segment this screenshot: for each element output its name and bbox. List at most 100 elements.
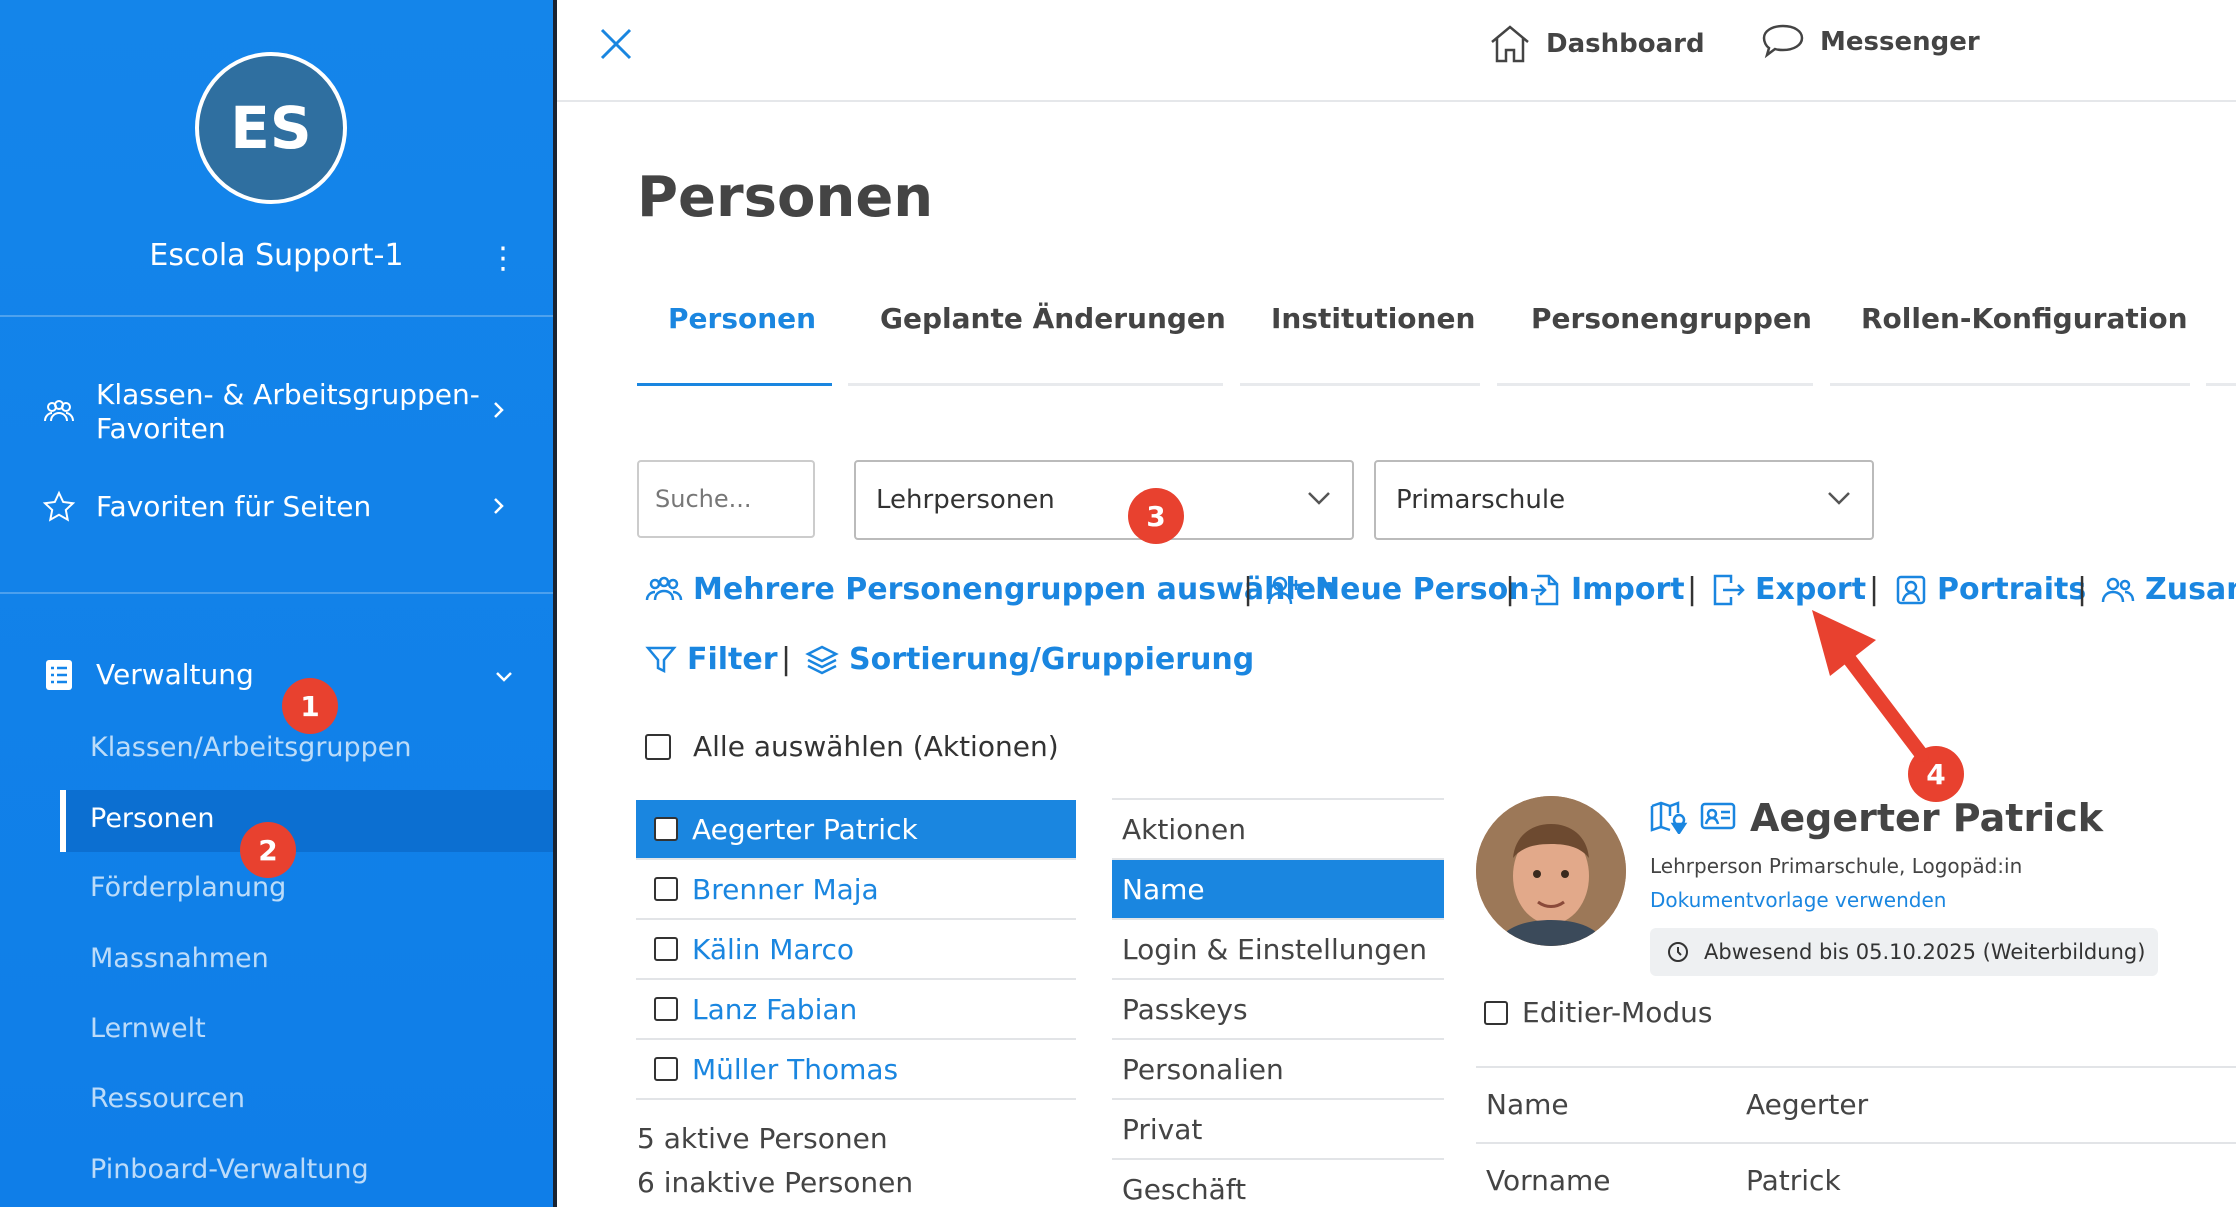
avatar[interactable]: ES xyxy=(195,52,347,204)
person-name: Kälin Marco xyxy=(692,932,854,966)
absence-text: Abwesend bis 05.10.2025 (Weiterbildung) xyxy=(1704,940,2146,964)
step-badge-4: 4 xyxy=(1908,746,1964,802)
active-item-indicator xyxy=(60,790,66,852)
row-checkbox[interactable] xyxy=(654,997,678,1021)
edit-mode-label: Editier-Modus xyxy=(1522,996,1713,1029)
detail-menu: Aktionen Name Login & Einstellungen Pass… xyxy=(1112,798,1444,1218)
new-person-link[interactable]: Neue Person xyxy=(1267,572,1530,607)
step-badge-2: 2 xyxy=(240,822,296,878)
export-file-icon xyxy=(1713,574,1745,605)
tab-personengruppen[interactable]: Personengruppen xyxy=(1531,302,1812,335)
messenger-link[interactable]: Messenger xyxy=(1760,22,1980,62)
select-all-checkbox-row[interactable]: Alle auswählen (Aktionen) xyxy=(645,730,1059,763)
sort-group-label: Sortierung/Gruppierung xyxy=(849,642,1255,677)
row-checkbox[interactable] xyxy=(654,817,678,841)
import-file-icon xyxy=(1531,574,1559,605)
export-link[interactable]: Export xyxy=(1711,572,1866,607)
tab-institutionen[interactable]: Institutionen xyxy=(1271,302,1475,335)
map-pin-icon[interactable] xyxy=(1650,800,1688,834)
top-bar xyxy=(557,0,2236,102)
sidebar-subitem-foerderplanung[interactable]: Förderplanung xyxy=(90,872,286,903)
chevron-down-icon xyxy=(496,672,512,682)
filter-icon xyxy=(645,646,677,673)
sidebar-subitem-massnahmen[interactable]: Massnahmen xyxy=(90,943,269,974)
portraits-label: Portraits xyxy=(1937,572,2087,607)
list-icon xyxy=(46,660,72,690)
step-badge-1: 1 xyxy=(282,678,338,734)
sort-group-link[interactable]: Sortierung/Gruppierung xyxy=(805,642,1254,677)
tab-underline xyxy=(848,383,1223,386)
group-select-value: Lehrpersonen xyxy=(876,485,1055,515)
filter-link[interactable]: Filter xyxy=(645,642,778,677)
menu-item-login[interactable]: Login & Einstellungen xyxy=(1112,918,1444,978)
sidebar-item-page-favorites[interactable]: Favoriten für Seiten xyxy=(42,490,371,524)
group-select[interactable]: Lehrpersonen xyxy=(854,460,1354,540)
people-icon xyxy=(44,400,74,422)
people-icon xyxy=(645,576,683,600)
chat-bubble-icon xyxy=(1762,24,1804,59)
separator: | xyxy=(1505,572,1516,607)
filter-label: Filter xyxy=(687,642,778,677)
menu-item-geschaeft[interactable]: Geschäft xyxy=(1112,1158,1444,1218)
select-all-checkbox[interactable] xyxy=(645,733,671,760)
sidebar-divider xyxy=(0,315,553,317)
export-label: Export xyxy=(1755,572,1867,607)
person-row-lanz[interactable]: Lanz Fabian xyxy=(636,980,1076,1040)
school-select-value: Primarschule xyxy=(1396,485,1566,515)
person-row-brenner[interactable]: Brenner Maja xyxy=(636,860,1076,920)
sidebar: ES Escola Support-1 ⋮ Klassen- & Arbeits… xyxy=(0,0,553,1207)
row-checkbox[interactable] xyxy=(654,877,678,901)
row-checkbox[interactable] xyxy=(654,937,678,961)
sidebar-subitem-persons[interactable]: Personen xyxy=(90,803,214,834)
sidebar-item-label: Favoriten xyxy=(96,412,226,445)
menu-item-privat[interactable]: Privat xyxy=(1112,1098,1444,1158)
edit-mode-toggle[interactable]: Editier-Modus xyxy=(1484,996,1712,1029)
sidebar-subitem-classes[interactable]: Klassen/Arbeitsgruppen xyxy=(90,732,412,763)
search-input[interactable]: Suche... xyxy=(637,460,815,538)
person-row-mueller[interactable]: Müller Thomas xyxy=(636,1040,1076,1100)
sidebar-subitem-pinboard[interactable]: Pinboard-Verwaltung xyxy=(90,1154,369,1185)
dashboard-link[interactable]: Dashboard xyxy=(1488,22,1705,66)
tab-underline xyxy=(1497,383,1813,386)
tab-geplante-aenderungen[interactable]: Geplante Änderungen xyxy=(880,302,1226,335)
sidebar-item-class-favorites[interactable]: Klassen- & Arbeitsgruppen- Favoriten xyxy=(42,378,480,446)
person-name: Aegerter Patrick xyxy=(692,812,918,846)
menu-item-personalien[interactable]: Personalien xyxy=(1112,1038,1444,1098)
sidebar-divider xyxy=(0,592,553,594)
menu-item-aktionen[interactable]: Aktionen xyxy=(1112,798,1444,858)
import-link[interactable]: Import xyxy=(1529,572,1685,607)
multi-groups-link[interactable]: Mehrere Personengruppen auswählen xyxy=(645,572,1337,607)
sidebar-item-label: Klassen- & Arbeitsgruppen- xyxy=(96,378,480,411)
portraits-link[interactable]: Portraits xyxy=(1895,572,2086,607)
school-select[interactable]: Primarschule xyxy=(1374,460,1874,540)
person-name: Lanz Fabian xyxy=(692,992,858,1026)
separator: | xyxy=(1243,572,1254,607)
tab-underline xyxy=(1240,383,1480,386)
more-link[interactable]: Zusam xyxy=(2101,572,2236,607)
person-row-aegerter[interactable]: Aegerter Patrick xyxy=(636,800,1076,860)
menu-item-passkeys[interactable]: Passkeys xyxy=(1112,978,1444,1038)
menu-item-name[interactable]: Name xyxy=(1112,858,1444,918)
sidebar-subitem-lernwelt[interactable]: Lernwelt xyxy=(90,1013,206,1044)
username: Escola Support-1 xyxy=(149,238,404,273)
edit-mode-checkbox[interactable] xyxy=(1484,1000,1508,1025)
field-label-name: Name xyxy=(1486,1088,1569,1121)
row-checkbox[interactable] xyxy=(654,1057,678,1081)
field-value-vorname: Patrick xyxy=(1746,1164,1841,1197)
document-template-link[interactable]: Dokumentvorlage verwenden xyxy=(1650,888,1946,912)
kebab-menu-icon[interactable]: ⋮ xyxy=(488,244,518,274)
id-card-icon[interactable] xyxy=(1700,800,1736,832)
step-badge-3: 3 xyxy=(1128,488,1184,544)
field-divider xyxy=(1476,1142,2236,1144)
close-icon[interactable] xyxy=(596,24,636,64)
person-row-kaelin[interactable]: Kälin Marco xyxy=(636,920,1076,980)
inactive-count: 6 inaktive Personen xyxy=(637,1166,914,1199)
new-person-label: Neue Person xyxy=(1315,572,1530,607)
tab-personen[interactable]: Personen xyxy=(668,302,816,335)
sidebar-item-verwaltung[interactable]: Verwaltung xyxy=(42,658,254,692)
field-label-vorname: Vorname xyxy=(1486,1164,1611,1197)
separator: | xyxy=(1869,572,1880,607)
tab-rollen-konfiguration[interactable]: Rollen-Konfiguration xyxy=(1861,302,2188,335)
sidebar-subitem-ressourcen[interactable]: Ressourcen xyxy=(90,1083,245,1114)
tab-underline xyxy=(1830,383,2190,386)
